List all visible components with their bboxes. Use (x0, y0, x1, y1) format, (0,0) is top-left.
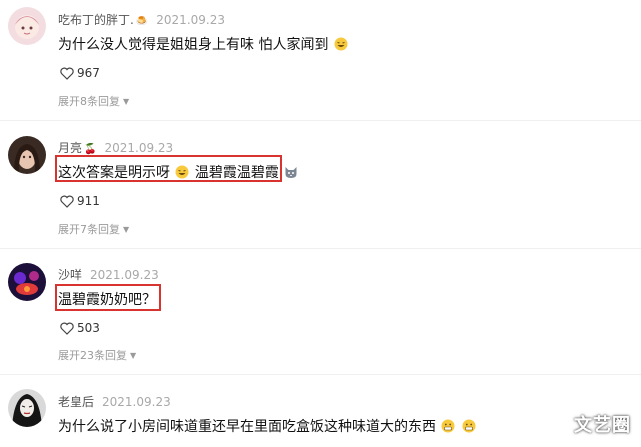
comment-date: 2021.09.23 (156, 13, 225, 27)
expand-replies-button[interactable]: 展开8条回复 ▼ (58, 93, 129, 109)
avatar[interactable] (8, 389, 46, 427)
caret-down-icon: ▼ (123, 97, 130, 106)
comment-text-content: 为什么没人觉得是姐姐身上有味 怕人家闻到 (58, 37, 329, 53)
like-button[interactable]: 967 (60, 66, 100, 80)
heart-outline-icon (60, 67, 74, 80)
comment-date: 2021.09.23 (104, 141, 174, 155)
grimacing-emoji-icon (462, 419, 476, 433)
grimacing-emoji-icon (441, 419, 455, 433)
comment-meta: 月亮 🍒 2021.09.23 (58, 139, 173, 156)
caret-down-icon: ▼ (130, 351, 137, 360)
divider (0, 248, 641, 249)
comment-date: 2021.09.23 (90, 268, 159, 282)
comment-meta: 沙咩 2021.09.23 (58, 266, 159, 283)
highlight-box (55, 284, 161, 311)
username[interactable]: 吃布丁的胖丁. (58, 13, 134, 27)
cherry-emoji: 🍒 (84, 144, 97, 155)
caret-down-icon: ▼ (123, 225, 130, 234)
laughing-emoji-icon (334, 37, 348, 51)
highlight-box (55, 155, 282, 182)
comment-meta: 吃布丁的胖丁. 🍮 2021.09.23 (58, 11, 225, 28)
username[interactable]: 月亮 (58, 141, 82, 155)
avatar[interactable] (8, 263, 46, 301)
expand-replies-label: 展开8条回复 (58, 95, 120, 108)
like-count: 911 (77, 194, 100, 208)
like-button[interactable]: 911 (60, 194, 100, 208)
expand-replies-button[interactable]: 展开23条回复 ▼ (58, 347, 136, 363)
expand-replies-label: 展开23条回复 (58, 349, 127, 362)
watermark: 文艺圈 (574, 415, 631, 436)
like-button[interactable]: 503 (60, 321, 100, 335)
heart-outline-icon (60, 195, 74, 208)
avatar[interactable] (8, 7, 46, 45)
expand-replies-label: 展开7条回复 (58, 223, 120, 236)
expand-replies-button[interactable]: 展开7条回复 ▼ (58, 221, 129, 237)
username[interactable]: 沙咩 (58, 268, 82, 282)
cat-face-icon (285, 167, 297, 178)
comment-meta: 老皇后 2021.09.23 (58, 393, 171, 410)
comment-date: 2021.09.23 (102, 395, 171, 409)
like-count: 503 (77, 321, 100, 335)
divider (0, 374, 641, 375)
pudding-emoji: 🍮 (135, 16, 149, 27)
comment-text: 为什么说了小房间味道重还早在里面吃盒饭这种味道大的东西 (58, 416, 477, 436)
heart-outline-icon (60, 322, 74, 335)
username[interactable]: 老皇后 (58, 395, 94, 409)
avatar[interactable] (8, 136, 46, 174)
like-count: 967 (77, 66, 100, 80)
comment-text-content: 为什么说了小房间味道重还早在里面吃盒饭这种味道大的东西 (58, 419, 436, 435)
comment-text: 为什么没人觉得是姐姐身上有味 怕人家闻到 (58, 34, 349, 54)
divider (0, 120, 641, 121)
